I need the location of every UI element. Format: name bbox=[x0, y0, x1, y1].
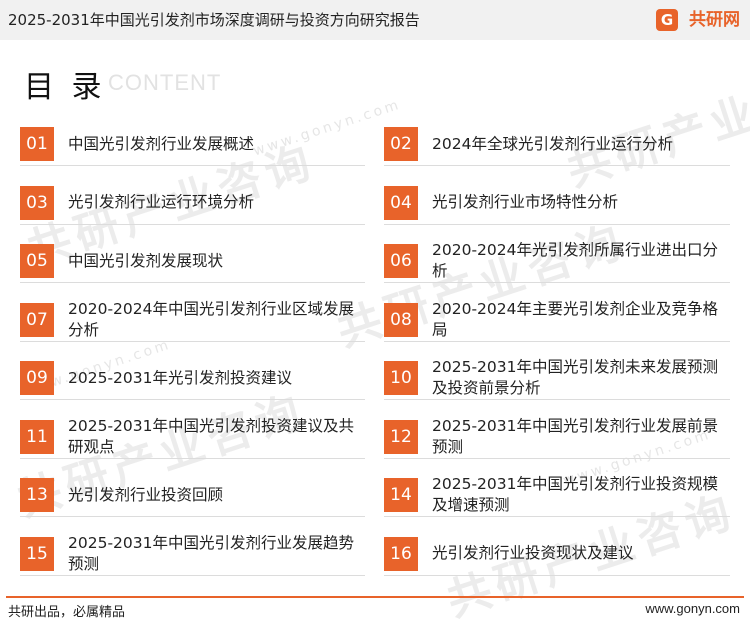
footer-divider bbox=[6, 596, 744, 598]
toc-item[interactable]: 12 2025-2031年中国光引发剂行业发展前景预测 bbox=[384, 414, 730, 460]
toc-item-label: 2025-2031年中国光引发剂行业发展前景预测 bbox=[432, 416, 718, 456]
footer-url[interactable]: www.gonyn.com bbox=[645, 601, 740, 616]
toc-item-number: 07 bbox=[20, 302, 54, 337]
toc-item-number: 05 bbox=[20, 244, 54, 278]
toc-item-divider bbox=[384, 165, 730, 166]
toc-item-divider bbox=[384, 399, 730, 400]
toc-item[interactable]: 15 2025-2031年中国光引发剂行业发展趋势预测 bbox=[20, 531, 365, 577]
section-heading: 目 录 bbox=[24, 70, 106, 105]
toc-item[interactable]: 11 2025-2031年中国光引发剂投资建议及共研观点 bbox=[20, 414, 365, 460]
toc-item-number: 03 bbox=[20, 185, 54, 220]
toc-item-divider bbox=[384, 574, 730, 576]
toc-item-label: 光引发剂行业市场特性分析 bbox=[432, 193, 619, 211]
toc-item-label: 2020-2024年光引发剂所属行业进出口分析 bbox=[432, 241, 718, 280]
report-title: 2025-2031年中国光引发剂市场深度调研与投资方向研究报告 bbox=[8, 11, 420, 29]
toc-item[interactable]: 08 2020-2024年主要光引发剂企业及竞争格局 bbox=[384, 297, 730, 343]
toc-item-divider bbox=[20, 165, 365, 166]
toc-item-divider bbox=[20, 516, 365, 517]
toc-item-number: 11 bbox=[20, 419, 54, 454]
toc-item[interactable]: 16 光引发剂行业投资现状及建议 bbox=[384, 531, 730, 577]
toc-item-label: 2024年全球光引发剂行业运行分析 bbox=[432, 134, 673, 153]
toc-item-label: 中国光引发剂发展现状 bbox=[68, 251, 224, 270]
toc-item[interactable]: 13 光引发剂行业投资回顾 bbox=[20, 472, 365, 518]
toc-item-divider bbox=[20, 457, 365, 459]
toc-item[interactable]: 02 2024年全球光引发剂行业运行分析 bbox=[384, 121, 730, 167]
toc-item-number: 13 bbox=[20, 478, 54, 512]
toc-item-divider bbox=[20, 223, 365, 225]
toc-item[interactable]: 04 光引发剂行业市场特性分析 bbox=[384, 180, 730, 226]
logo-text: 共研网 bbox=[689, 10, 740, 30]
toc-item[interactable]: 07 2020-2024年中国光引发剂行业区域发展分析 bbox=[20, 297, 365, 343]
toc-item-number: 14 bbox=[384, 478, 418, 512]
toc-item-divider bbox=[20, 399, 365, 400]
toc-item-label: 2025-2031年光引发剂投资建议 bbox=[68, 368, 292, 387]
toc-item-label: 2020-2024年主要光引发剂企业及竞争格局 bbox=[432, 299, 718, 339]
toc-item-number: 06 bbox=[384, 244, 418, 278]
toc-item-label: 光引发剂行业投资现状及建议 bbox=[432, 544, 634, 562]
toc-item-divider bbox=[20, 574, 365, 576]
toc-item-label: 2020-2024年中国光引发剂行业区域发展分析 bbox=[68, 299, 354, 339]
toc-item-label: 2025-2031年中国光引发剂投资建议及共研观点 bbox=[68, 416, 354, 456]
header-bar: 2025-2031年中国光引发剂市场深度调研与投资方向研究报告 G 共研网 bbox=[0, 0, 750, 40]
toc-item[interactable]: 14 2025-2031年中国光引发剂行业投资规模及增速预测 bbox=[384, 472, 730, 518]
toc-item-divider bbox=[20, 340, 365, 342]
toc-item-label: 光引发剂行业运行环境分析 bbox=[68, 193, 255, 211]
toc-item[interactable]: 09 2025-2031年光引发剂投资建议 bbox=[20, 355, 365, 401]
toc-item-number: 09 bbox=[20, 361, 54, 395]
toc-item-number: 04 bbox=[384, 185, 418, 220]
toc-item-number: 08 bbox=[384, 302, 418, 337]
toc-item-number: 02 bbox=[384, 127, 418, 161]
toc-item-label: 2025-2031年中国光引发剂行业发展趋势预测 bbox=[68, 533, 354, 573]
toc-item-label: 中国光引发剂行业发展概述 bbox=[68, 134, 255, 153]
toc-item[interactable]: 06 2020-2024年光引发剂所属行业进出口分析 bbox=[384, 238, 730, 284]
logo-mark: G bbox=[656, 9, 678, 31]
toc-item-divider bbox=[384, 516, 730, 517]
footer-slogan: 共研出品，必属精品 bbox=[8, 605, 126, 620]
toc-item[interactable]: 10 2025-2031年中国光引发剂未来发展预测及投资前景分析 bbox=[384, 355, 730, 401]
toc-item[interactable]: 01 中国光引发剂行业发展概述 bbox=[20, 121, 365, 167]
toc-item-number: 16 bbox=[384, 536, 418, 571]
toc-item-number: 01 bbox=[20, 127, 54, 161]
toc-item-divider bbox=[384, 282, 730, 283]
toc-item-number: 10 bbox=[384, 361, 418, 395]
toc-item-label: 光引发剂行业投资回顾 bbox=[68, 485, 224, 504]
toc-item-divider bbox=[384, 223, 730, 225]
toc-item-label: 2025-2031年中国光引发剂行业投资规模及增速预测 bbox=[432, 475, 718, 514]
toc-item-divider bbox=[384, 457, 730, 459]
toc-item-number: 12 bbox=[384, 419, 418, 454]
toc-item-number: 15 bbox=[20, 536, 54, 571]
toc-item-label: 2025-2031年中国光引发剂未来发展预测及投资前景分析 bbox=[432, 358, 718, 397]
toc-item-divider bbox=[384, 340, 730, 342]
section-subheading: CONTENT bbox=[108, 70, 222, 95]
toc-item-divider bbox=[20, 282, 365, 283]
toc-item[interactable]: 05 中国光引发剂发展现状 bbox=[20, 238, 365, 284]
toc-item[interactable]: 03 光引发剂行业运行环境分析 bbox=[20, 180, 365, 226]
